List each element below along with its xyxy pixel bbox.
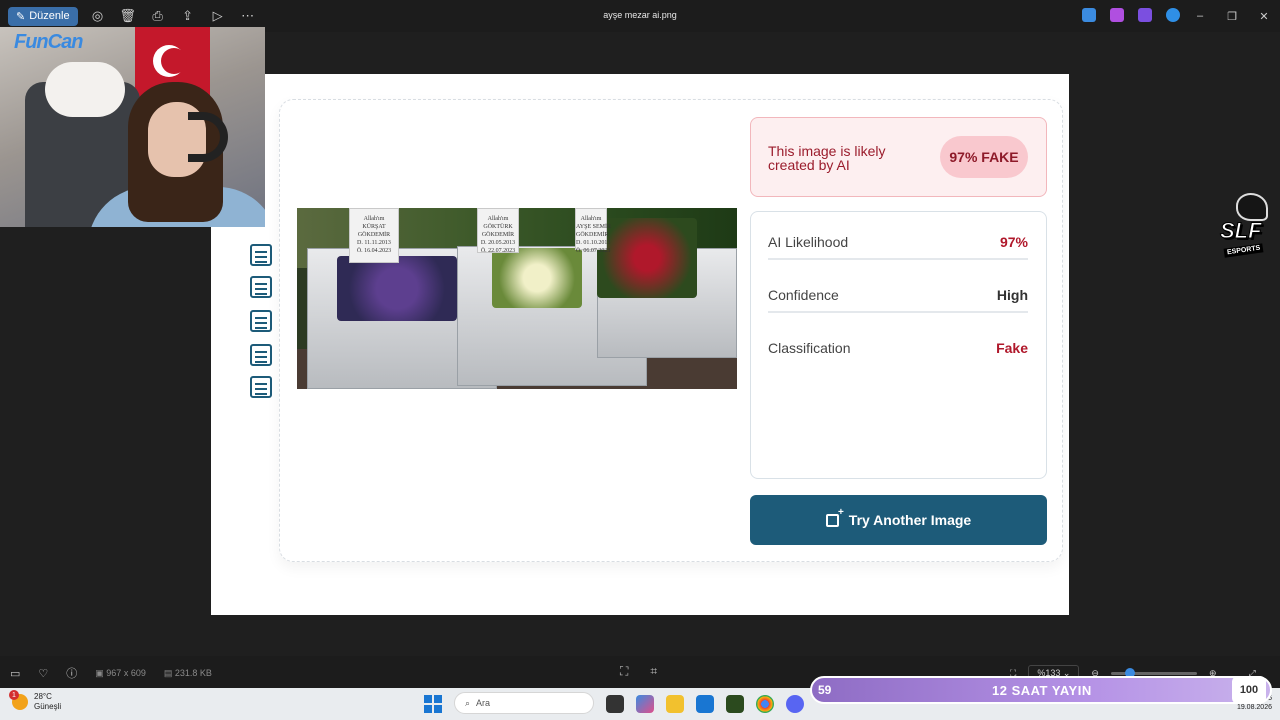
banner-right-value: 100 [1232, 676, 1266, 704]
task-view-icon[interactable] [606, 695, 624, 713]
favorite-icon[interactable]: ♡ [38, 667, 48, 680]
close-button[interactable]: ✕ [1248, 0, 1280, 32]
slf-sub: ESPORTS [1223, 243, 1264, 258]
number-icon [250, 376, 272, 398]
clock-date: 19.08.2026 [1236, 704, 1272, 711]
red-roses [597, 218, 697, 298]
app-icon-2[interactable] [1110, 8, 1124, 22]
analyzed-photo: Allah'ım KÜRŞAT GÖKDEMİR D. 11.11.2013 Ö… [297, 208, 737, 389]
stat-row-classification: Classification Fake [768, 318, 1028, 366]
doc-check-icon [250, 310, 272, 332]
stat-label: Classification [768, 340, 851, 356]
weather-badge: 1 [9, 690, 19, 700]
stat-label: Confidence [768, 287, 839, 303]
headstone-2: Allah'ım GÖKTÜRK GÖKDEMİR D. 20.05.2013 … [477, 208, 519, 254]
onedrive-icon[interactable] [1166, 8, 1180, 22]
add-image-icon [825, 507, 844, 527]
app-icons [1082, 8, 1180, 22]
dimensions: ▣ 967 x 609 [95, 667, 146, 678]
verdict-text: This image is likely created by AI [768, 143, 886, 173]
plush-toy [45, 62, 125, 117]
weather-text: 28°C Güneşli [34, 692, 61, 712]
compare-icon [250, 276, 272, 298]
taskbar-apps: ⌕ Ara [424, 692, 804, 714]
filesize-value: 231.8 KB [174, 667, 212, 678]
slf-text: SLF [1220, 218, 1263, 244]
weather-widget[interactable]: 1 28°C Güneşli [9, 690, 61, 712]
translate-icon [250, 344, 272, 366]
slf-logo: SLF ESPORTS [1218, 193, 1280, 265]
dragon-icon [1236, 193, 1268, 221]
minimize-button[interactable]: – [1184, 0, 1216, 32]
stat-value: High [996, 287, 1028, 303]
try-another-image-button[interactable]: Try Another Image [750, 495, 1047, 545]
zoom-slider[interactable] [1110, 668, 1197, 678]
crescent-icon [153, 45, 187, 77]
crop-icon[interactable]: ⛶ [620, 664, 628, 679]
document-icon [250, 244, 272, 266]
status-left: ▭ ♡ ⓘ ▣ 967 x 609 ▤ 231.8 KB [10, 665, 212, 681]
dimensions-value: 967 x 609 [106, 667, 146, 678]
filesize: ▤ 231.8 KB [163, 667, 212, 678]
stats-panel: AI Likelihood 97% Confidence High Classi… [750, 211, 1047, 479]
info-icon[interactable]: ⓘ [66, 665, 77, 681]
window-controls: – ❐ ✕ [1184, 0, 1280, 32]
discord-icon[interactable] [786, 695, 804, 713]
chrome-icon[interactable] [756, 695, 774, 713]
stat-row-confidence: Confidence High [768, 265, 1028, 313]
headstone-1: Allah'ım KÜRŞAT GÖKDEMİR D. 11.11.2013 Ö… [349, 208, 399, 263]
headstone-3: Allah'ım AYŞE SEMİR GÖKDEMİR D. 01.10.20… [575, 208, 611, 254]
stream-banner: 59 12 SAAT YAYIN 100 [810, 676, 1272, 704]
app-icon-green[interactable] [726, 695, 744, 713]
fake-badge: 97% FAKE [940, 136, 1028, 178]
sun-icon: 1 [9, 690, 28, 710]
search-icon: ⌕ [465, 697, 471, 708]
explorer-icon[interactable] [666, 695, 684, 713]
stat-value: 97% [999, 234, 1028, 250]
status-center: ⛶ ⌗ [620, 664, 657, 679]
banner-text: 12 SAAT YAYIN [992, 682, 1092, 698]
store-icon[interactable] [696, 695, 714, 713]
purple-flowers [337, 256, 457, 321]
filmstrip-icon[interactable]: ▭ [10, 667, 20, 680]
channel-logo: FunCan [14, 31, 83, 53]
search-placeholder: Ara [476, 698, 491, 708]
webcam-overlay: FunCan [0, 27, 265, 227]
try-another-label: Try Another Image [848, 512, 972, 528]
image-canvas: Allah'ım KÜRŞAT GÖKDEMİR D. 11.11.2013 Ö… [211, 74, 1069, 615]
stat-row-likelihood: AI Likelihood 97% [768, 212, 1028, 260]
scan-icon[interactable]: ⌗ [650, 664, 657, 679]
copilot-icon[interactable] [636, 695, 654, 713]
taskbar-search[interactable]: ⌕ Ara [454, 692, 594, 714]
white-flowers [492, 248, 582, 308]
banner-left-value: 59 [818, 683, 832, 697]
maximize-button[interactable]: ❐ [1216, 0, 1248, 32]
app-icon-3[interactable] [1138, 8, 1152, 22]
stat-label: AI Likelihood [768, 234, 849, 250]
stat-value: Fake [996, 340, 1028, 356]
weather-condition: Güneşli [34, 702, 62, 711]
temperature: 28°C [34, 692, 52, 701]
streamer [88, 82, 265, 227]
verdict-box: This image is likely created by AI 97% F… [750, 117, 1047, 197]
app-icon-1[interactable] [1082, 8, 1096, 22]
start-button[interactable] [424, 695, 442, 713]
